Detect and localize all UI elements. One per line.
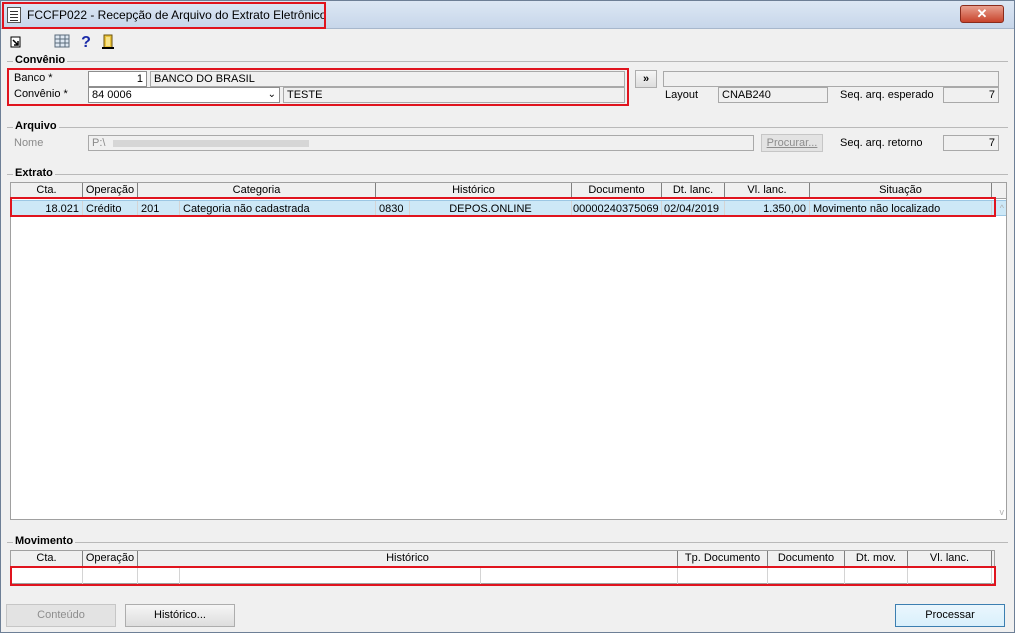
col-mov-tp-documento[interactable]: Tp. Documento (678, 551, 768, 566)
seq-esperado-field: 7 (943, 87, 999, 103)
col-vl-lanc[interactable]: Vl. lanc. (725, 183, 810, 198)
procurar-button[interactable]: Procurar... (761, 134, 823, 152)
nome-label: Nome (14, 137, 44, 149)
extrato-group-label: Extrato (13, 167, 55, 179)
col-mov-historico[interactable]: Histórico (138, 551, 678, 566)
col-mov-operacao[interactable]: Operação (83, 551, 138, 566)
calculator-icon[interactable] (53, 34, 71, 52)
col-mov-documento[interactable]: Documento (768, 551, 845, 566)
movimento-group-label: Movimento (13, 535, 76, 547)
col-cta[interactable]: Cta. (11, 183, 83, 198)
extrato-row-highlight (10, 197, 996, 217)
expand-button[interactable]: » (635, 70, 657, 88)
col-mov-vl-lanc[interactable]: Vl. lanc. (908, 551, 992, 566)
col-situacao[interactable]: Situação (810, 183, 992, 198)
conteudo-button[interactable]: Conteúdo (6, 604, 116, 627)
extrato-grid[interactable]: Cta. Operação Categoria Histórico Docume… (10, 182, 1007, 520)
seq-esperado-label: Seq. arq. esperado (840, 89, 934, 101)
col-historico[interactable]: Histórico (376, 183, 572, 198)
col-documento[interactable]: Documento (572, 183, 662, 198)
seq-retorno-field: 7 (943, 135, 999, 151)
title-highlight (2, 2, 326, 29)
scroll-down-icon[interactable]: v (1000, 507, 1005, 517)
nome-value: P:\ (92, 137, 106, 149)
processar-button[interactable]: Processar (895, 604, 1005, 627)
close-button[interactable]: ✕ (960, 5, 1004, 23)
main-window: FCCFP022 - Recepção de Arquivo do Extrat… (0, 0, 1015, 633)
arquivo-group-label: Arquivo (13, 120, 59, 132)
col-categoria[interactable]: Categoria (138, 183, 376, 198)
nome-field[interactable]: P:\ (88, 135, 754, 151)
blurred-path (112, 139, 309, 147)
convenio-info-field (663, 71, 999, 87)
movimento-grid-header: Cta. Operação Histórico Tp. Documento Do… (11, 551, 994, 567)
help-icon[interactable]: ? (77, 34, 95, 52)
convenio-group-label: Convênio (13, 54, 68, 66)
scroll-up-icon[interactable]: ^ (1000, 203, 1004, 213)
col-dt-lanc[interactable]: Dt. lanc. (662, 183, 725, 198)
layout-field: CNAB240 (718, 87, 828, 103)
col-operacao[interactable]: Operação (83, 183, 138, 198)
door-exit-icon[interactable] (99, 34, 117, 52)
exit-icon[interactable] (7, 34, 25, 52)
layout-label: Layout (665, 89, 699, 101)
movimento-row-highlight (10, 566, 996, 586)
historico-button[interactable]: Histórico... (125, 604, 235, 627)
seq-retorno-label: Seq. arq. retorno (840, 137, 923, 149)
col-mov-dt-mov[interactable]: Dt. mov. (845, 551, 908, 566)
col-mov-cta[interactable]: Cta. (11, 551, 83, 566)
convenio-highlight (7, 68, 629, 106)
